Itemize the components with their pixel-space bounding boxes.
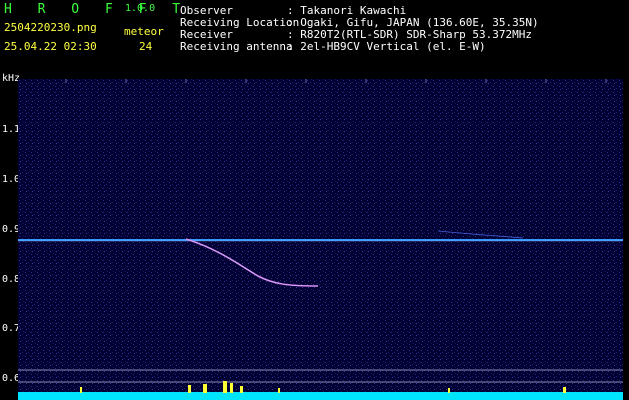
- app-version: 1.0.0: [125, 3, 156, 14]
- file-name: 2504220230.png: [4, 21, 97, 34]
- signal-level-baseline: [18, 392, 623, 400]
- meteor-label: meteor: [124, 25, 164, 38]
- spectrogram-plot: [18, 79, 623, 400]
- meteor-count: 24: [139, 40, 153, 53]
- app-name: H R O F F T: [4, 2, 190, 17]
- antenna-label: Receiving antenna: [180, 40, 293, 53]
- date-time: 25.04.22 02:30: [4, 40, 97, 53]
- antenna-value: : 2el-HB9CV Vertical (el. E-W): [287, 40, 486, 53]
- header-panel: H R O F F T 1.0.0 2504220230.png 25.04.2…: [0, 0, 629, 72]
